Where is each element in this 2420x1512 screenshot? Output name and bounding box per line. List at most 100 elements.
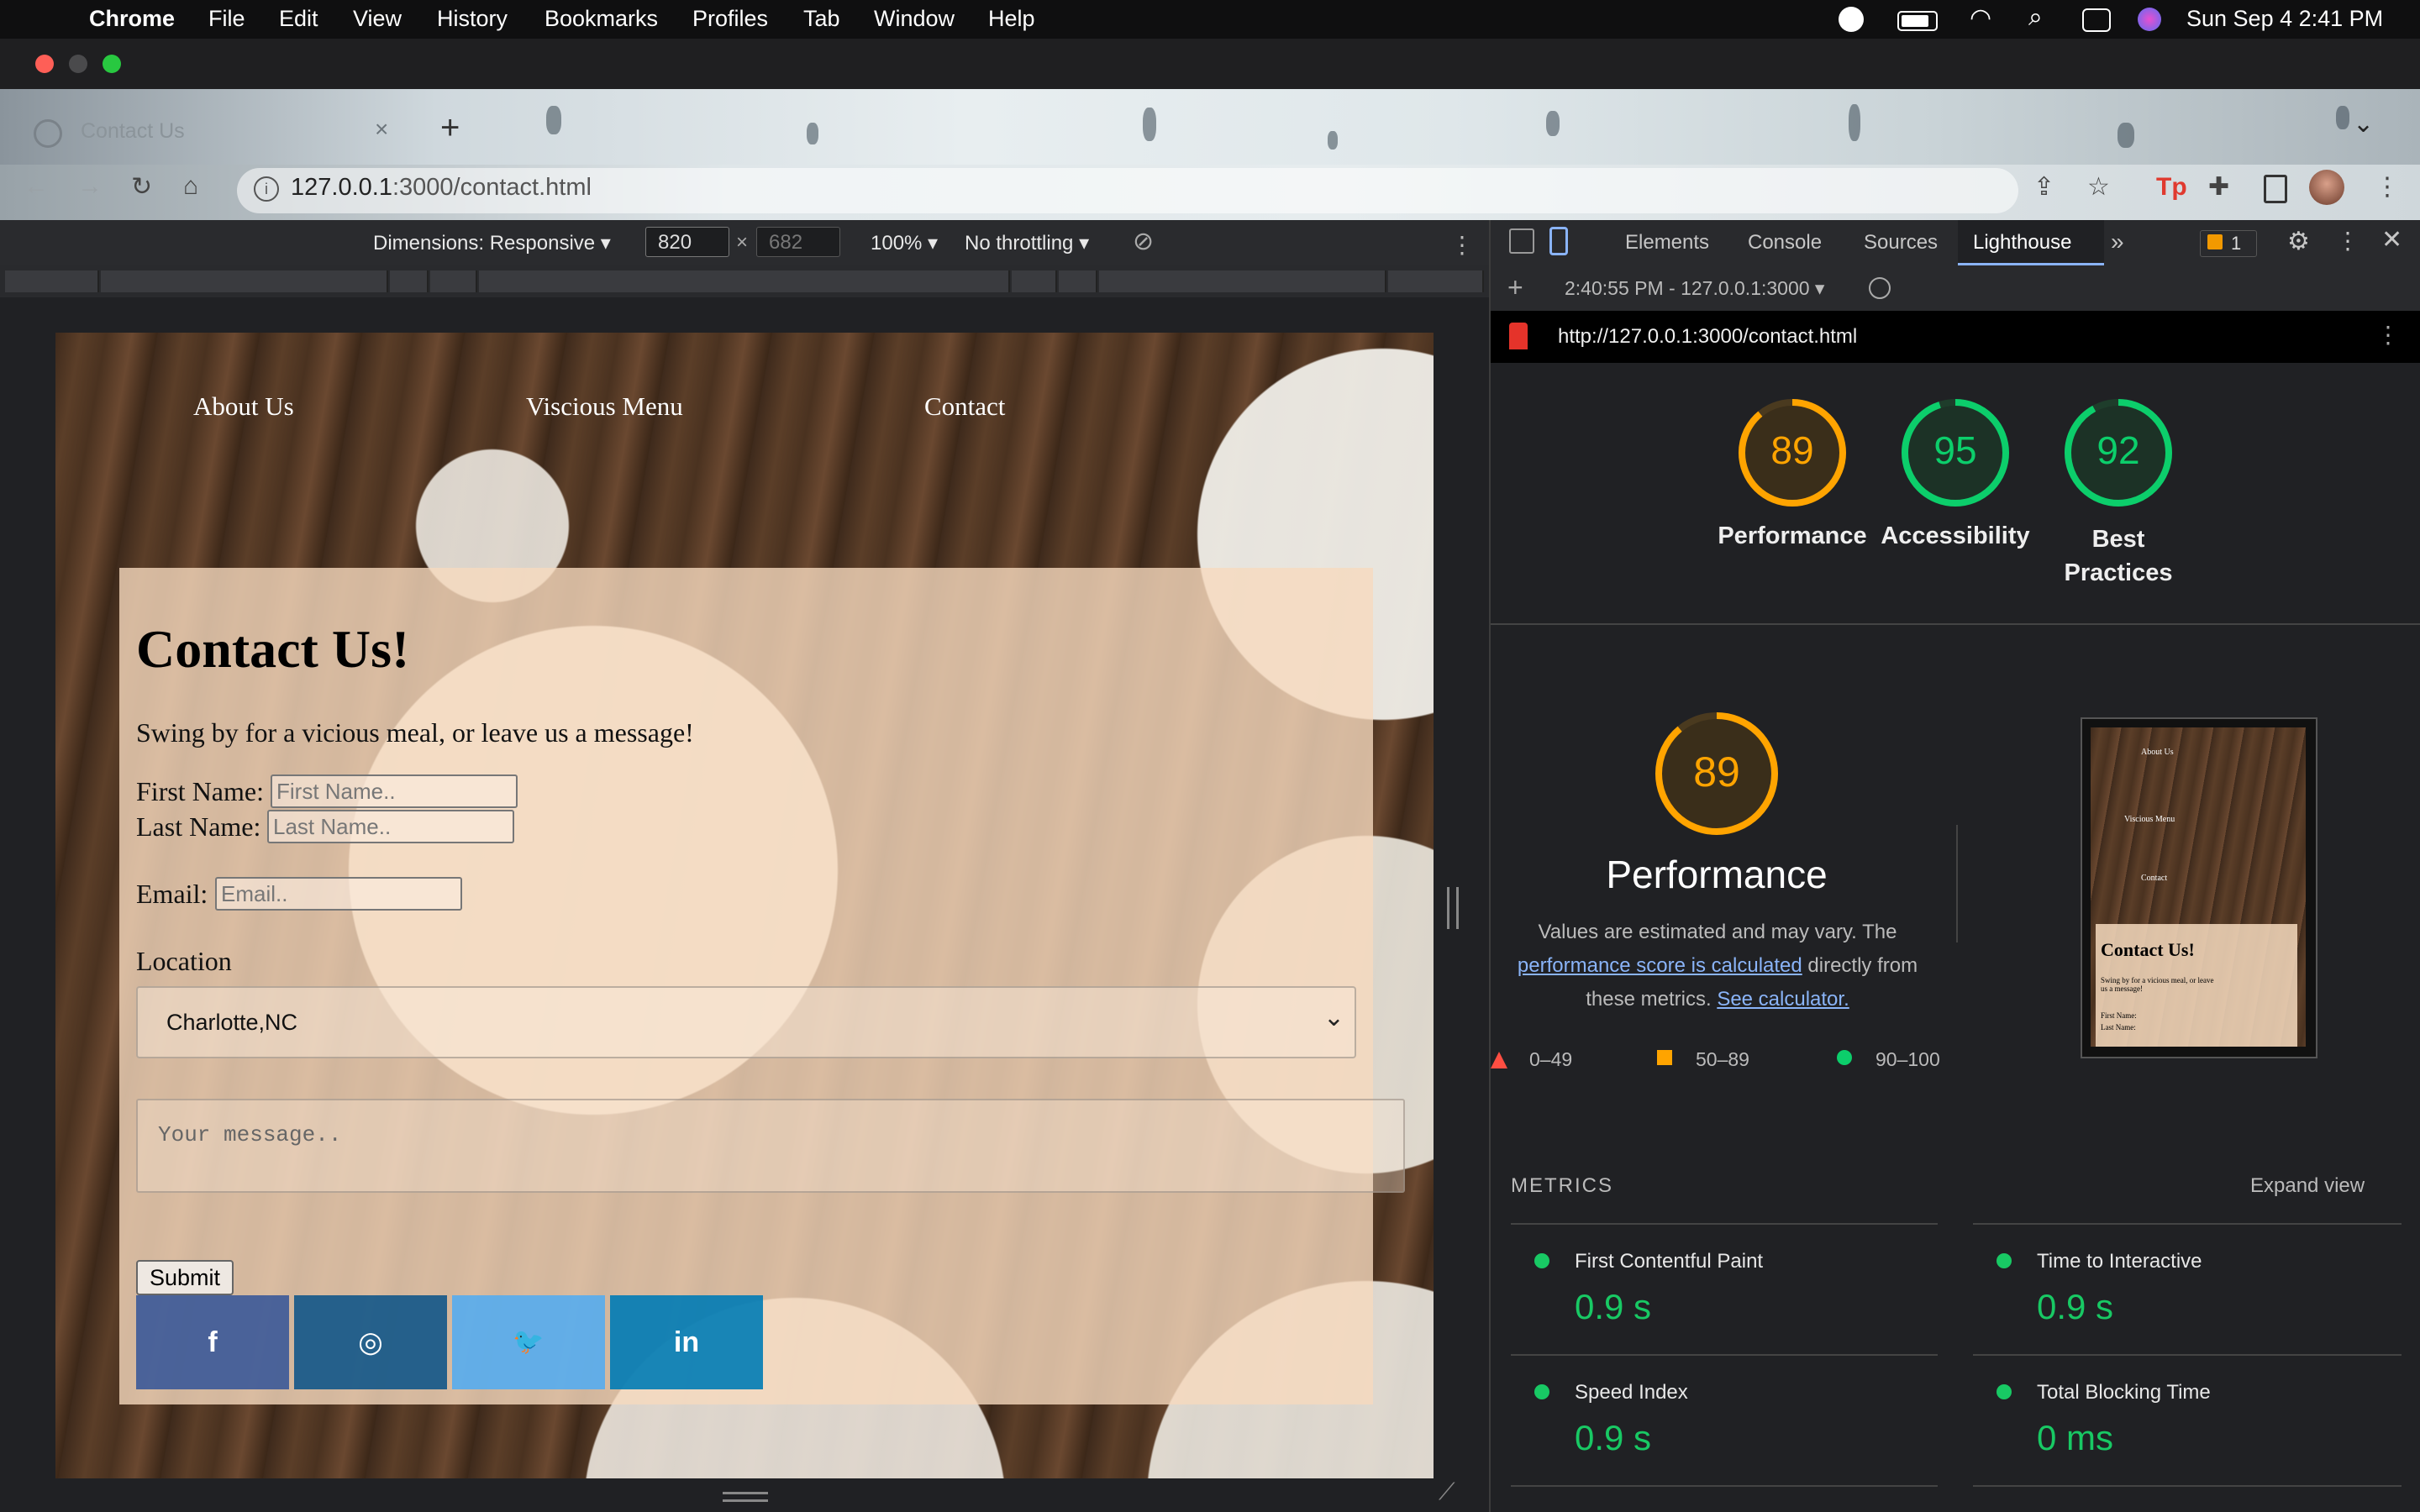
tab-lighthouse[interactable]: Lighthouse xyxy=(1958,220,2104,265)
expand-view-toggle[interactable]: Expand view xyxy=(2250,1174,2365,1198)
page-screenshot-thumbnail[interactable]: About Us Viscious Menu Contact Contact U… xyxy=(2081,717,2317,1058)
new-tab-icon[interactable]: + xyxy=(440,109,460,147)
window-titlebar xyxy=(0,39,2420,89)
facebook-icon[interactable]: f xyxy=(136,1295,289,1389)
report-selector[interactable]: 2:40:55 PM - 127.0.0.1:3000 ▾ xyxy=(1565,277,1824,300)
best-practices-gauge[interactable]: 92 xyxy=(2064,398,2173,507)
performance-section-title: Performance xyxy=(1606,853,1828,896)
menu-help[interactable]: Help xyxy=(988,6,1035,32)
first-name-label: First Name: xyxy=(136,776,264,806)
legend-fail: 0–49 xyxy=(1529,1048,1573,1070)
grammarly-icon[interactable] xyxy=(1839,7,1864,32)
devtools-more-icon[interactable]: ⋮ xyxy=(2336,227,2360,255)
tab-search-chevron-icon[interactable]: ⌄ xyxy=(2353,109,2374,139)
minimize-window-button[interactable] xyxy=(69,55,87,73)
linkedin-icon[interactable]: in xyxy=(610,1295,763,1389)
issues-badge[interactable]: 1 xyxy=(2200,230,2257,257)
score-calculated-link[interactable]: performance score is calculated xyxy=(1518,954,1802,977)
zoom-window-button[interactable] xyxy=(103,55,121,73)
last-name-input[interactable]: Last Name.. xyxy=(267,810,514,843)
viewport-resize-handle-bottom[interactable] xyxy=(723,1492,768,1502)
menu-profiles[interactable]: Profiles xyxy=(692,6,768,32)
siri-icon[interactable] xyxy=(2138,8,2161,31)
report-url[interactable]: http://127.0.0.1:3000/contact.html xyxy=(1558,325,1857,349)
home-icon[interactable]: ⌂ xyxy=(183,172,198,201)
reload-icon[interactable]: ↻ xyxy=(131,172,152,202)
menu-view[interactable]: View xyxy=(353,6,402,32)
close-window-button[interactable] xyxy=(35,55,54,73)
height-input[interactable]: 682 xyxy=(756,227,840,257)
battery-icon[interactable] xyxy=(1897,11,1938,31)
profile-avatar[interactable] xyxy=(2309,170,2344,205)
submit-button[interactable]: Submit xyxy=(136,1260,234,1295)
report-menu-icon[interactable]: ⋮ xyxy=(2376,321,2400,349)
performance-gauge[interactable]: 89 xyxy=(1738,398,1847,507)
resize-corner-icon[interactable]: ⟋ xyxy=(1439,1478,1455,1506)
tab-sources[interactable]: Sources xyxy=(1864,231,1938,255)
extensions-puzzle-icon[interactable]: ✚ xyxy=(2208,172,2229,202)
email-input[interactable]: Email.. xyxy=(215,877,462,911)
settings-gear-icon[interactable]: ⚙ xyxy=(2287,227,2310,256)
menu-edit[interactable]: Edit xyxy=(279,6,318,32)
message-textarea[interactable]: Your message.. xyxy=(136,1099,1405,1193)
menu-file[interactable]: File xyxy=(208,6,245,32)
performance-big-score: 89 xyxy=(1693,748,1740,795)
tab-strip: Contact Us × + ⌄ xyxy=(0,89,2420,165)
devtools-close-icon[interactable]: ✕ xyxy=(2381,225,2402,255)
globe-icon xyxy=(34,119,62,148)
browser-tab[interactable]: Contact Us × xyxy=(25,106,395,165)
devtools-tabbar: Elements Console Sources Lighthouse » 1 … xyxy=(1491,220,2420,266)
tab-close-icon[interactable]: × xyxy=(375,116,388,143)
contact-subtitle: Swing by for a vicious meal, or leave us… xyxy=(136,717,694,748)
more-tabs-icon[interactable]: » xyxy=(2111,228,2124,255)
dimensions-dropdown[interactable]: Dimensions: Responsive ▾ xyxy=(373,231,611,255)
clear-reports-icon[interactable] xyxy=(1869,277,1891,299)
lighthouse-logo-icon xyxy=(1509,323,1528,349)
viewport-resize-handle-side[interactable] xyxy=(1447,887,1459,929)
menu-app-name[interactable]: Chrome xyxy=(89,6,175,32)
share-icon[interactable]: ⇪ xyxy=(2033,172,2054,202)
vertical-divider xyxy=(1956,825,1958,942)
side-panel-icon[interactable] xyxy=(2264,175,2287,203)
menubar-clock[interactable]: Sun Sep 4 2:41 PM xyxy=(2186,6,2383,32)
tab-console[interactable]: Console xyxy=(1748,231,1822,255)
zoom-dropdown[interactable]: 100% ▾ xyxy=(871,231,938,255)
twitter-icon[interactable]: 🐦 xyxy=(452,1295,605,1389)
accessibility-gauge[interactable]: 95 xyxy=(1901,398,2010,507)
performance-score: 89 xyxy=(1770,428,1813,472)
menu-tab[interactable]: Tab xyxy=(803,6,840,32)
nav-contact[interactable]: Contact xyxy=(924,391,1005,422)
menu-window[interactable]: Window xyxy=(874,6,955,32)
tab-elements[interactable]: Elements xyxy=(1625,231,1709,255)
wifi-icon[interactable]: ◠ xyxy=(1970,3,1991,33)
menu-bookmarks[interactable]: Bookmarks xyxy=(544,6,658,32)
throttling-dropdown[interactable]: No throttling ▾ xyxy=(965,231,1089,255)
width-input[interactable]: 820 xyxy=(645,227,729,257)
device-toggle-icon[interactable] xyxy=(1549,227,1568,255)
rotate-icon[interactable]: ⊘ xyxy=(1133,227,1154,256)
device-toolbar-more-icon[interactable]: ⋮ xyxy=(1450,231,1474,259)
first-name-input[interactable]: First Name.. xyxy=(271,774,518,808)
inspect-element-icon[interactable] xyxy=(1509,228,1534,254)
new-report-icon[interactable]: + xyxy=(1507,272,1523,303)
nav-about-us[interactable]: About Us xyxy=(193,391,294,422)
performance-description: Values are estimated and may vary. The p… xyxy=(1517,921,1918,1011)
search-icon[interactable]: ⌕ xyxy=(2028,3,2043,32)
instagram-icon[interactable]: ◎ xyxy=(294,1295,447,1389)
media-query-bar[interactable] xyxy=(0,265,1489,297)
extension-tp-icon[interactable]: Tp xyxy=(2156,173,2187,202)
forward-icon[interactable]: → xyxy=(77,172,103,201)
site-info-icon[interactable]: i xyxy=(254,176,279,202)
control-center-icon[interactable] xyxy=(2082,8,2111,32)
menu-history[interactable]: History xyxy=(437,6,508,32)
chrome-menu-icon[interactable]: ⋮ xyxy=(2375,172,2400,202)
see-calculator-link[interactable]: See calculator. xyxy=(1717,988,1849,1011)
nav-menu[interactable]: Viscious Menu xyxy=(526,391,683,422)
url-text[interactable]: 127.0.0.1:3000/contact.html xyxy=(291,174,592,202)
back-icon[interactable]: ← xyxy=(24,172,49,201)
location-select[interactable]: Charlotte,NC ⌄ xyxy=(136,986,1356,1058)
best-practices-score: 92 xyxy=(2096,428,2139,472)
dimension-times-icon: × xyxy=(736,231,749,254)
bookmark-star-icon[interactable]: ☆ xyxy=(2087,172,2110,202)
divider xyxy=(1491,623,2420,625)
